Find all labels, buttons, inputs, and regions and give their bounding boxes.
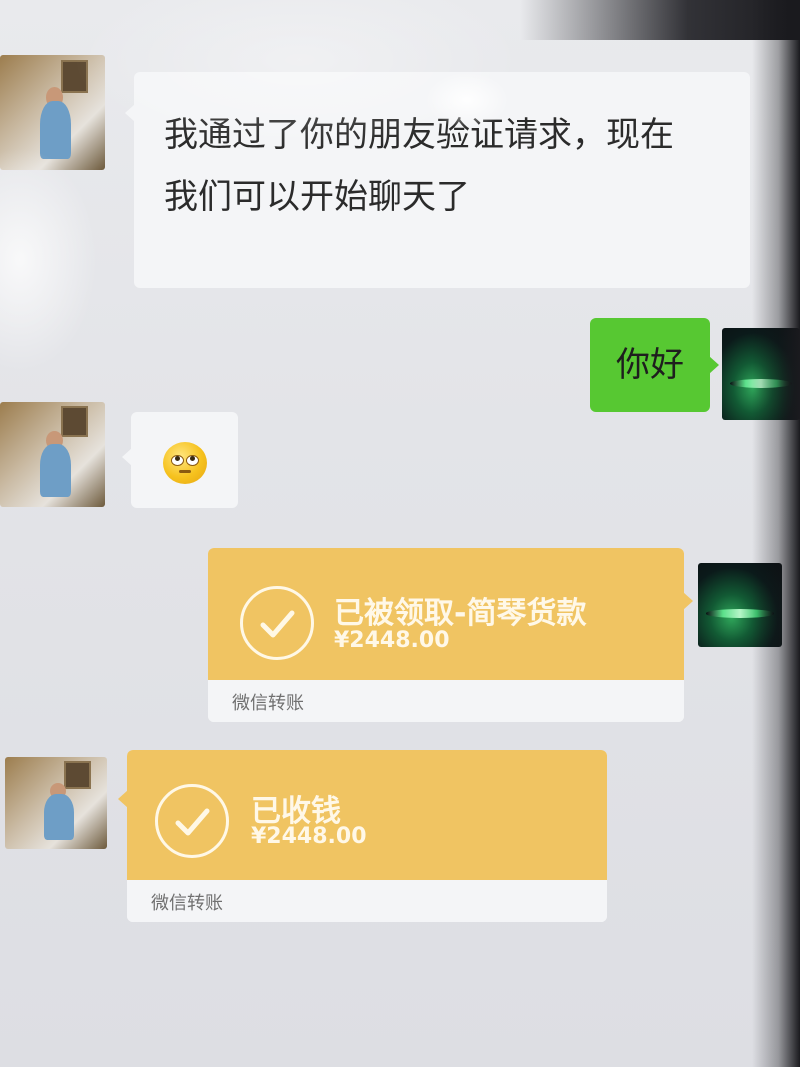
transfer-amount: ¥2448.00 — [251, 824, 367, 849]
transfer-title: 已被领取-简琴货款 — [334, 596, 587, 631]
friend-avatar[interactable] — [0, 55, 105, 170]
smiley-emoji-icon — [163, 442, 207, 484]
transfer-card-sent[interactable]: 已被领取-简琴货款 ¥2448.00 微信转账 — [208, 548, 684, 722]
message-text-line: 我通过了你的朋友验证请求，现在 — [164, 115, 674, 155]
transfer-footer-label: 微信转账 — [151, 893, 223, 914]
message-text: 你好 — [616, 345, 684, 385]
message-bubble-friend[interactable]: 我通过了你的朋友验证请求，现在 我们可以开始聊天了 — [134, 72, 750, 288]
message-bubble-self[interactable]: 你好 — [590, 318, 710, 412]
check-circle-icon — [240, 586, 314, 660]
transfer-card-received[interactable]: 已收钱 ¥2448.00 微信转账 — [127, 750, 607, 922]
message-text-line: 我们可以开始聊天了 — [164, 177, 470, 217]
transfer-amount: ¥2448.00 — [334, 628, 450, 653]
friend-avatar[interactable] — [0, 402, 105, 507]
transfer-footer-label: 微信转账 — [232, 693, 304, 714]
message-bubble-friend[interactable] — [131, 412, 238, 508]
device-bezel-right — [752, 0, 800, 1067]
friend-avatar[interactable] — [5, 757, 107, 849]
check-circle-icon — [155, 784, 229, 858]
